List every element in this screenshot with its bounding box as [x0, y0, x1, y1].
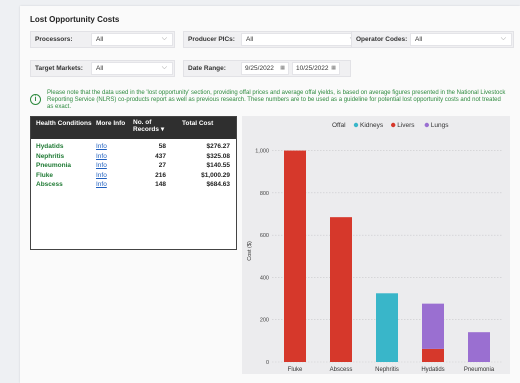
date-range-label: Date Range: — [188, 65, 226, 72]
table-row: Pneumonia Info 27 $140.55 — [31, 162, 236, 171]
cost-cell: $684.63 — [206, 181, 231, 188]
condition-cell: Hydatids — [36, 143, 64, 150]
bar-fluke-livers — [284, 150, 306, 362]
y-tick-label: 800 — [260, 191, 269, 197]
health-conditions-table: Health Conditions More Info No. of Recor… — [30, 116, 237, 250]
bar-pneumonia-lungs — [468, 332, 490, 362]
calendar-icon[interactable]: ▦ — [280, 65, 285, 71]
target-markets-filter: Target Markets: All ⌵ — [30, 60, 175, 77]
header-health-conditions[interactable]: Health Conditions — [36, 120, 92, 127]
info-icon: i — [30, 94, 41, 105]
page-title: Lost Opportunity Costs — [30, 15, 120, 24]
table-header: Health Conditions More Info No. of Recor… — [31, 117, 236, 139]
header-records[interactable]: No. of Records ▾ — [133, 119, 169, 133]
legend-label-kidneys: Kidneys — [360, 122, 384, 129]
operator-codes-filter: Operator Codes: All ⌵ — [351, 31, 514, 48]
condition-cell: Pneumonia — [36, 162, 72, 169]
records-cell: 437 — [155, 152, 166, 160]
legend-label-lungs: Lungs — [431, 122, 449, 129]
header-more-info[interactable]: More Info — [96, 120, 125, 127]
info-link[interactable]: Info — [96, 153, 107, 160]
info-link[interactable]: Info — [96, 181, 107, 188]
legend-swatch-lungs — [424, 122, 429, 128]
producer-pics-filter: Producer PICs: All ⌵ — [183, 31, 363, 48]
chevron-down-icon: ⌵ — [500, 35, 506, 42]
date-from-input[interactable]: 9/25/2022 ▦ — [241, 62, 289, 75]
target-markets-value: All — [96, 65, 104, 72]
target-markets-select[interactable]: All ⌵ — [91, 62, 173, 75]
condition-cell: Nephritis — [36, 152, 65, 160]
sort-desc-icon: ▾ — [160, 125, 165, 133]
chevron-down-icon: ⌵ — [161, 35, 167, 42]
y-tick-label: 600 — [260, 233, 269, 239]
condition-cell: Abscess — [36, 181, 63, 188]
x-tick-label: Nephritis — [375, 367, 399, 373]
operator-codes-value: All — [415, 36, 423, 43]
info-link[interactable]: Info — [96, 143, 107, 150]
x-tick-label: Hydatids — [421, 367, 444, 373]
cost-cell: $276.27 — [206, 143, 231, 150]
date-from-value: 9/25/2022 — [245, 65, 274, 72]
operator-codes-select[interactable]: All ⌵ — [410, 33, 512, 46]
condition-cell: Fluke — [36, 171, 53, 179]
y-tick-label: 200 — [260, 318, 269, 324]
records-cell: 148 — [155, 181, 166, 188]
chevron-down-icon: ⌵ — [161, 64, 167, 71]
table-row: Fluke Info 216 $1,000.29 — [31, 172, 236, 181]
records-cell: 216 — [155, 171, 166, 179]
info-link[interactable]: Info — [96, 162, 107, 169]
x-tick-label: Pneumonia — [464, 367, 495, 373]
producer-pics-label: Producer PICs: — [188, 36, 235, 43]
processors-label: Processors: — [35, 36, 73, 43]
info-link[interactable]: Info — [96, 172, 107, 179]
producer-pics-value: All — [246, 36, 254, 43]
x-tick-label: Fluke — [288, 367, 303, 373]
table-row: Abscess Info 148 $684.63 — [31, 181, 236, 190]
cost-cell: $140.55 — [206, 162, 231, 169]
bar-abscess-livers — [330, 217, 352, 362]
y-tick-label: 400 — [260, 275, 269, 281]
notice-text: Please note that the data used in the 'l… — [47, 90, 506, 110]
operator-codes-label: Operator Codes: — [356, 36, 408, 43]
header-total-cost[interactable]: Total Cost — [182, 120, 213, 127]
calendar-icon[interactable]: ▦ — [331, 65, 336, 71]
legend-swatch-livers — [391, 122, 396, 128]
legend-swatch-kidneys — [353, 122, 359, 128]
processors-select[interactable]: All ⌵ — [91, 33, 173, 46]
legend-label-livers: Livers — [397, 122, 415, 129]
producer-pics-select[interactable]: All ⌵ — [241, 33, 361, 46]
table-row: Nephritis Info 437 $325.08 — [31, 153, 236, 162]
y-tick-label: 0 — [266, 360, 269, 366]
bar-hydatids-livers — [422, 348, 444, 362]
date-range-filter: Date Range: 9/25/2022 ▦ 10/25/2022 ▦ — [183, 60, 351, 77]
legend-title: Offal — [332, 122, 346, 129]
y-tick-label: 1,000 — [255, 149, 269, 155]
offal-cost-chart: Offal Kidneys Livers Lungs 0 200 400 600 800 1,00… — [242, 116, 510, 374]
bar-hydatids-lungs — [422, 303, 444, 349]
cost-cell: $1,000.29 — [201, 171, 230, 179]
date-to-input[interactable]: 10/25/2022 ▦ — [292, 62, 340, 75]
bar-nephritis-kidneys — [376, 293, 398, 362]
processors-value: All — [96, 36, 104, 43]
date-to-value: 10/25/2022 — [296, 65, 329, 72]
header-records-label: No. of Records — [133, 119, 160, 133]
x-tick-label: Abscess — [330, 367, 353, 373]
records-cell: 58 — [158, 143, 166, 150]
records-cell: 27 — [158, 162, 166, 169]
table-row: Hydatids Info 58 $276.27 — [31, 143, 236, 152]
chart-svg: Offal Kidneys Livers Lungs 0 200 400 600 800 1,00… — [247, 122, 502, 373]
processors-filter: Processors: All ⌵ — [30, 31, 175, 48]
lost-opportunity-panel: Lost Opportunity Costs Processors: All ⌵… — [20, 6, 520, 383]
target-markets-label: Target Markets: — [35, 65, 83, 72]
cost-cell: $325.08 — [206, 152, 231, 160]
y-axis-label: Cost ($) — [247, 241, 253, 261]
